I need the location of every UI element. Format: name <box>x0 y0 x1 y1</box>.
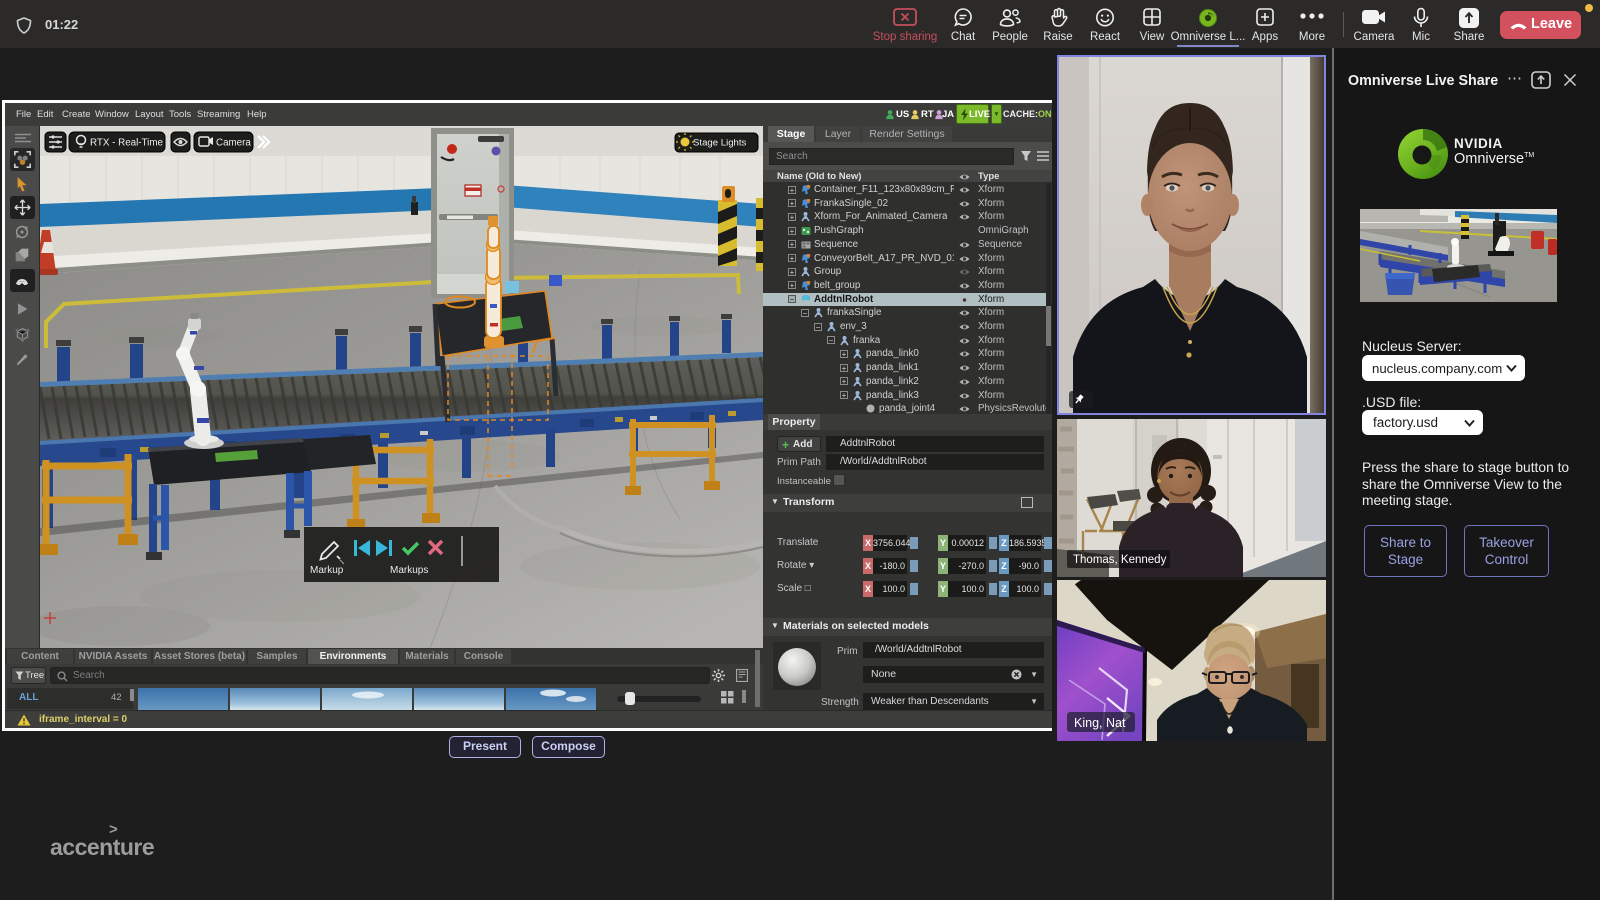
svg-text:Camera: Camera <box>216 138 251 149</box>
svg-text:Markup: Markup <box>310 565 344 576</box>
svg-text:Stage Lights: Stage Lights <box>693 138 747 149</box>
svg-text:Thomas, Kennedy: Thomas, Kennedy <box>1073 554 1167 566</box>
svg-text:Markups: Markups <box>390 565 428 576</box>
svg-text:King, Nat: King, Nat <box>1074 716 1126 730</box>
svg-text:RTX - Real-Time: RTX - Real-Time <box>90 138 163 149</box>
